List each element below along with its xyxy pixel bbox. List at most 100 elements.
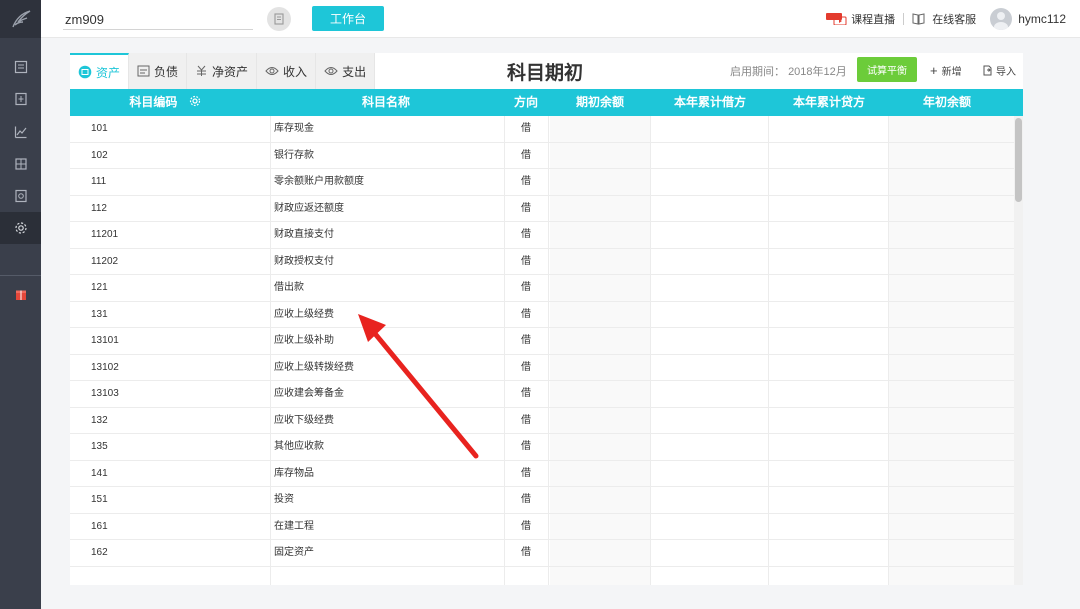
account-code-cell: 132 xyxy=(91,414,108,426)
book-icon xyxy=(274,13,284,25)
table-row[interactable]: 135 其他应收款 借 xyxy=(70,434,1015,461)
col-direction-header: 方向 xyxy=(513,95,538,109)
account-code-cell: 131 xyxy=(91,308,108,320)
import-button[interactable]: 导入 xyxy=(983,63,1016,78)
account-name-cell: 应收建会筹备金 xyxy=(274,388,344,399)
table-row[interactable]: 121 借出款 借 xyxy=(70,275,1015,302)
tab-net-assets[interactable]: 净资产 xyxy=(187,53,258,89)
direction-cell: 借 xyxy=(521,547,531,558)
tab-label: 负债 xyxy=(154,64,179,79)
tab-liabilities[interactable]: 负债 xyxy=(129,53,188,89)
table-row[interactable]: 162 固定资产 借 xyxy=(70,540,1015,567)
account-code-cell: 161 xyxy=(91,520,108,532)
col-opening-header: 期初余额 xyxy=(575,95,624,109)
col-code-label: 科目编码 xyxy=(129,95,178,109)
expense-icon xyxy=(324,65,338,77)
table-row[interactable]: 101 库存现金 借 xyxy=(70,116,1015,143)
account-code-cell: 112 xyxy=(91,202,107,214)
col-ytd-credit-header: 本年累计贷方 xyxy=(792,95,865,109)
tab-assets[interactable]: 资产 xyxy=(70,53,130,89)
nav-gift-icon[interactable] xyxy=(0,279,41,311)
page-title: 科目期初 xyxy=(507,63,584,84)
account-code-cell: 141 xyxy=(91,467,108,479)
direction-cell: 借 xyxy=(521,282,531,293)
tab-label: 净资产 xyxy=(212,64,249,79)
table-row[interactable]: 112 财政应返还额度 借 xyxy=(70,196,1015,222)
nav-ledger-icon[interactable] xyxy=(0,148,41,180)
table-row[interactable]: 141 库存物品 借 xyxy=(70,461,1015,487)
nav-voucher-icon[interactable] xyxy=(0,51,41,83)
direction-cell: 借 xyxy=(521,202,531,214)
table-scrollbar[interactable] xyxy=(1014,116,1023,585)
sidebar xyxy=(0,0,41,609)
income-icon xyxy=(265,65,279,77)
direction-cell: 借 xyxy=(521,467,531,479)
account-code-cell: 102 xyxy=(91,149,108,161)
switch-account-button[interactable] xyxy=(267,7,291,31)
table-row[interactable]: 161 在建工程 借 xyxy=(70,514,1015,540)
nav-settings-icon[interactable] xyxy=(0,212,41,244)
tab-income[interactable]: 收入 xyxy=(257,53,317,89)
import-icon xyxy=(983,65,992,76)
account-name-cell: 在建工程 xyxy=(274,520,314,532)
direction-cell: 借 xyxy=(521,494,531,505)
asset-icon xyxy=(78,65,92,79)
table-row[interactable]: 13101 应收上级补助 借 xyxy=(70,328,1015,355)
account-name-cell: 应收上级补助 xyxy=(274,335,334,346)
table-row[interactable]: 111 零余额账户用款额度 借 xyxy=(70,169,1015,196)
table-row[interactable]: 13102 应收上级转拨经费 借 xyxy=(70,355,1015,381)
account-name-cell: 应收上级转拨经费 xyxy=(274,361,354,373)
online-service-label: 在线客服 xyxy=(932,14,977,26)
account-code-cell: 11202 xyxy=(91,255,119,267)
direction-cell: 借 xyxy=(521,255,531,267)
tab-expenses[interactable]: 支出 xyxy=(316,53,376,89)
account-name-cell: 库存物品 xyxy=(274,467,314,479)
liability-icon xyxy=(137,65,150,77)
tab-label: 收入 xyxy=(283,64,308,79)
direction-cell: 借 xyxy=(521,123,531,134)
table-row[interactable]: 151 投资 借 xyxy=(70,487,1015,514)
new-badge xyxy=(826,13,848,26)
table-body: 101 库存现金借 102 银行存款借 111 零余额账户用款额度借 112 财政应返还额度借… xyxy=(70,116,1015,585)
account-type-tabs: 资产 负债 净资产 收入 支出 xyxy=(70,53,376,89)
scroll-thumb[interactable] xyxy=(1015,118,1022,202)
account-name-cell: 固定资产 xyxy=(274,547,314,558)
col-ytd-debit-header: 本年累计借方 xyxy=(673,95,746,109)
account-code-cell: 151 xyxy=(91,494,108,505)
service-book-icon xyxy=(912,13,925,25)
net-asset-icon xyxy=(195,65,208,77)
account-code-cell: 162 xyxy=(91,547,108,558)
separator xyxy=(903,13,905,25)
account-name-cell: 财政授权支付 xyxy=(274,255,334,267)
account-name-cell: 财政直接支付 xyxy=(274,229,334,240)
col-code-header[interactable]: 科目编码 xyxy=(110,89,220,116)
online-service-link[interactable]: 在线客服 xyxy=(912,11,976,27)
account-name-cell: 借出款 xyxy=(274,282,304,293)
subject-opening-panel: 资产 负债 净资产 收入 支出 科目期初 启用期间： 2018年12月 试算平衡… xyxy=(70,53,1023,585)
nav-chart-icon[interactable] xyxy=(0,116,41,148)
table-row[interactable]: 11202 财政授权支付 借 xyxy=(70,249,1015,275)
add-button[interactable]: + 新增 xyxy=(930,63,962,78)
account-code-cell: 135 xyxy=(91,441,108,452)
account-name-cell: 应收下级经费 xyxy=(274,414,334,426)
nav-document-icon[interactable] xyxy=(0,83,41,115)
table-row[interactable]: 132 应收下级经费 借 xyxy=(70,408,1015,434)
app-logo[interactable] xyxy=(0,0,41,38)
table-row[interactable]: 131 应收上级经费 借 xyxy=(70,302,1015,328)
avatar[interactable] xyxy=(990,8,1013,30)
top-right-tools: 课程直播 在线客服 hymc112 xyxy=(826,0,1066,38)
gear-icon[interactable] xyxy=(189,95,201,107)
account-code-cell: 111 xyxy=(91,176,107,187)
nav-report-icon[interactable] xyxy=(0,180,41,212)
account-code-cell: 13102 xyxy=(91,361,119,373)
table-row[interactable]: 102 银行存款 借 xyxy=(70,143,1015,169)
username[interactable]: hymc112 xyxy=(1018,12,1066,26)
workbench-button[interactable]: 工作台 xyxy=(312,6,384,31)
live-course-link[interactable]: 课程直播 xyxy=(826,11,895,27)
account-code-cell: 101 xyxy=(91,123,108,134)
company-name-field[interactable]: zm909 xyxy=(63,10,253,30)
direction-cell: 借 xyxy=(521,388,531,399)
trial-balance-button[interactable]: 试算平衡 xyxy=(857,57,917,82)
table-row[interactable]: 11201 财政直接支付 借 xyxy=(70,222,1015,249)
table-row[interactable]: 13103 应收建会筹备金 借 xyxy=(70,381,1015,408)
